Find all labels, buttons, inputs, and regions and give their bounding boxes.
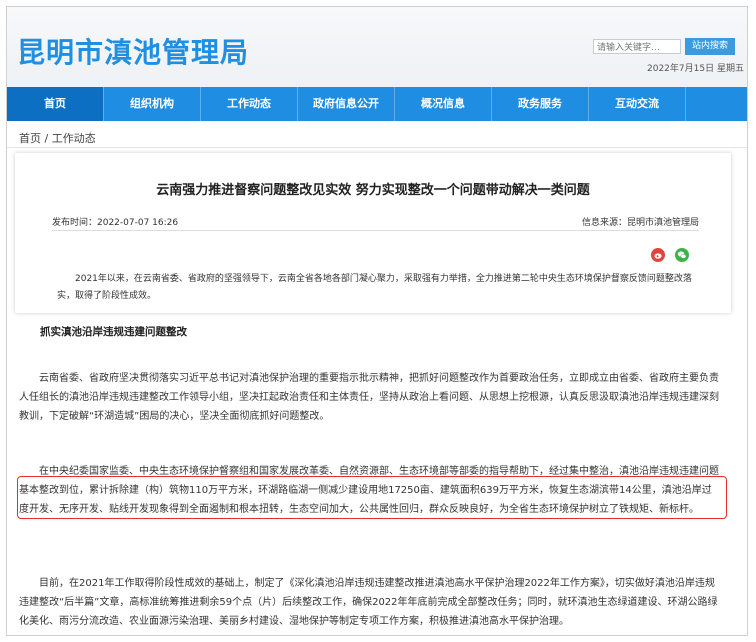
nav-item-organization[interactable]: 组织机构 <box>104 87 201 121</box>
site-title[interactable]: 昆明市滇池管理局 <box>17 31 249 71</box>
article-paragraph: 目前，在2021年工作取得阶段性成效的基础上，制定了《深化滇池沿岸违规违建整改推… <box>19 578 718 627</box>
search-button[interactable]: 站内搜索 <box>685 38 735 55</box>
nav-item-work-news[interactable]: 工作动态 <box>201 87 298 121</box>
article-card: 云南强力推进督察问题整改见实效 努力实现整改一个问题带动解决一类问题 发布时间：… <box>15 153 731 313</box>
article-title: 云南强力推进督察问题整改见实效 努力实现整改一个问题带动解决一类问题 <box>156 183 590 198</box>
publish-time: 发布时间：2022-07-07 16:26 <box>52 218 179 228</box>
main-nav: 首页 组织机构 工作动态 政府信息公开 概况信息 政务服务 互动交流 <box>7 87 747 121</box>
breadcrumb-divider <box>7 147 747 148</box>
article-intro: 2021年以来，在云南省委、省政府的坚强领导下，云南全省各地各部门凝心聚力，采取… <box>57 274 692 301</box>
nav-item-interaction[interactable]: 互动交流 <box>589 87 686 121</box>
nav-item-overview[interactable]: 概况信息 <box>395 87 492 121</box>
site-header: 昆明市滇池管理局 站内搜索 2022年7月15日 星期五 <box>7 7 747 87</box>
breadcrumb[interactable]: 首页 / 工作动态 <box>19 130 96 146</box>
nav-item-gov-info[interactable]: 政府信息公开 <box>298 87 395 121</box>
current-date: 2022年7月15日 星期五 <box>647 64 744 74</box>
wechat-icon[interactable] <box>675 248 689 262</box>
weibo-icon[interactable] <box>651 248 665 262</box>
search-input[interactable] <box>593 39 681 54</box>
section-heading: 抓实滇池沿岸违规违建问题整改 <box>40 326 187 338</box>
highlight-box <box>17 476 727 519</box>
info-source: 信息来源：昆明市滇池管理局 <box>581 218 699 228</box>
article-paragraph: 云南省委、省政府坚决贯彻落实习近平总书记对滇池保护治理的重要指示批示精神，把抓好… <box>19 373 719 422</box>
nav-item-services[interactable]: 政务服务 <box>492 87 589 121</box>
meta-divider <box>52 230 699 231</box>
browser-page: 昆明市滇池管理局 站内搜索 2022年7月15日 星期五 首页 组织机构 工作动… <box>6 6 748 636</box>
nav-item-home[interactable]: 首页 <box>7 87 104 121</box>
